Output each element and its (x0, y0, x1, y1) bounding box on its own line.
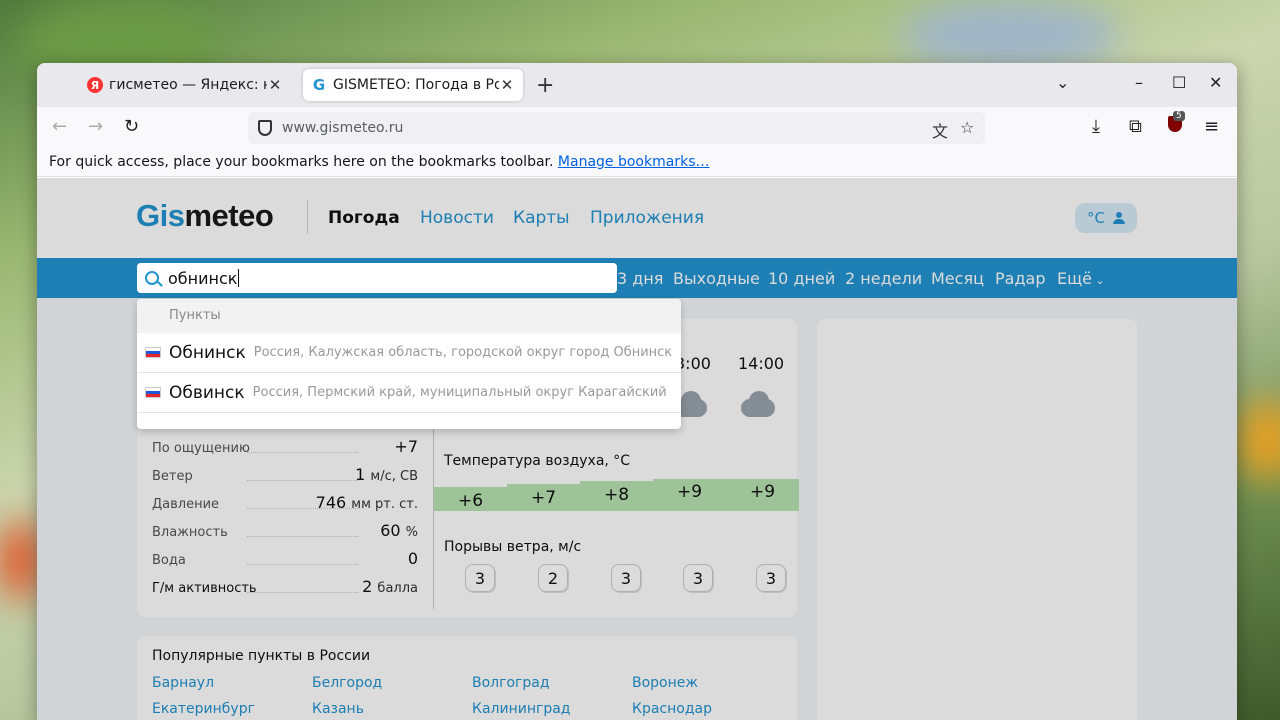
text-caret (238, 269, 240, 287)
period-2weeks[interactable]: 2 недели (845, 269, 922, 288)
period-more[interactable]: Ещё ⌄ (1057, 269, 1105, 288)
page-content: Gismeteo Погода Новости Карты Приложения… (37, 178, 1237, 720)
suggestion-name: Обнинск (169, 342, 246, 363)
russia-flag-icon (145, 347, 161, 358)
param-row: Г/м активность 2 балла (152, 577, 418, 596)
gust-value: 2 (538, 564, 568, 592)
wallpaper-blob (900, 0, 1120, 70)
bookmarks-hint: For quick access, place your bookmarks h… (49, 154, 554, 170)
city-link[interactable]: Волгоград (472, 675, 550, 691)
gismeteo-logo[interactable]: Gismeteo (136, 198, 274, 234)
tab-gismeteo[interactable]: G GISMETEO: Погода в Рос ✕ (303, 69, 523, 101)
reload-icon[interactable]: ↻ (124, 116, 139, 137)
bookmarks-bar: For quick access, place your bookmarks h… (37, 149, 1237, 177)
temp-value: +7 (530, 488, 557, 508)
tab-title: гисметео — Яндекс: на (109, 77, 267, 93)
period-3days[interactable]: 3 дня (617, 269, 663, 288)
period-radar[interactable]: Радар (995, 269, 1045, 288)
translate-icon[interactable]: 文 (932, 118, 948, 142)
minimize-icon[interactable]: – (1135, 73, 1143, 92)
wallpaper-blob (1238, 400, 1280, 480)
suggestions-header: Пункты (137, 299, 681, 333)
close-icon[interactable]: ✕ (499, 76, 515, 94)
site-header: Gismeteo Погода Новости Карты Приложения… (37, 178, 1237, 258)
temp-value: +9 (676, 482, 703, 502)
temp-section-label: Температура воздуха, °C (444, 453, 631, 469)
star-icon[interactable]: ☆ (960, 118, 974, 137)
temp-value: +9 (749, 482, 776, 502)
maximize-icon[interactable]: ☐ (1172, 73, 1186, 92)
new-tab-icon[interactable]: + (536, 73, 554, 98)
suggestion-item[interactable]: Обвинск Россия, Пермский край, муниципал… (137, 373, 681, 413)
close-icon[interactable]: ✕ (267, 76, 283, 94)
gust-value: 3 (465, 564, 495, 592)
period-weekend[interactable]: Выходные (673, 269, 760, 288)
search-input-active[interactable]: обнинск (137, 263, 617, 293)
forward-icon[interactable]: → (88, 116, 103, 137)
nav-maps[interactable]: Карты (513, 208, 570, 228)
back-icon[interactable]: ← (52, 116, 67, 137)
city-link[interactable]: Калининград (472, 701, 570, 717)
search-value: обнинск (168, 268, 238, 288)
gust-value: 3 (683, 564, 713, 592)
russia-flag-icon (145, 387, 161, 398)
nav-bar: ← → ↻ www.gismeteo.ru 文 ☆ ⤓ ⧉ 5 ≡ (37, 107, 1237, 149)
time-label: 14:00 (738, 354, 785, 373)
nav-weather[interactable]: Погода (328, 208, 400, 228)
url-text: www.gismeteo.ru (282, 120, 404, 136)
unit-label: °C (1087, 209, 1105, 227)
temp-band: +6 +7 +8 +9 +9 (434, 479, 799, 511)
menu-icon[interactable]: ≡ (1204, 116, 1219, 137)
nav-news[interactable]: Новости (420, 208, 494, 228)
browser-window: Я гисметео — Яндекс: на ✕ G GISMETEO: По… (37, 63, 1237, 720)
city-link[interactable]: Белгород (312, 675, 382, 691)
param-row: Давление 746 мм рт. ст. (152, 493, 418, 512)
popular-cities-card: Популярные пункты в России Барнаул Белго… (137, 636, 797, 720)
unit-user-button[interactable]: °C (1075, 203, 1137, 233)
search-icon (145, 271, 159, 285)
download-icon[interactable]: ⤓ (1092, 116, 1100, 137)
city-link[interactable]: Краснодар (632, 701, 712, 717)
url-bar[interactable]: www.gismeteo.ru 文 ☆ (248, 112, 985, 144)
city-link[interactable]: Казань (312, 701, 364, 717)
tab-yandex[interactable]: Я гисметео — Яндекс: на ✕ (79, 69, 291, 101)
tab-bar: Я гисметео — Яндекс: на ✕ G GISMETEO: По… (37, 63, 1237, 107)
suggestion-name: Обвинск (169, 382, 245, 403)
period-10days[interactable]: 10 дней (768, 269, 835, 288)
cloud-icon (737, 391, 779, 417)
nav-apps[interactable]: Приложения (590, 208, 704, 228)
shield-icon (258, 120, 272, 136)
manage-bookmarks-link[interactable]: Manage bookmarks… (558, 154, 710, 170)
city-link[interactable]: Екатеринбург (152, 701, 255, 717)
ad-placeholder (817, 319, 1137, 720)
suggestion-desc: Россия, Калужская область, городской окр… (253, 345, 673, 360)
gust-section-label: Порывы ветра, м/с (444, 539, 582, 555)
period-month[interactable]: Месяц (931, 269, 984, 288)
temp-value: +8 (603, 485, 630, 505)
wallpaper-blob (0, 520, 40, 600)
city-link[interactable]: Барнаул (152, 675, 214, 691)
search-suggestions: Пункты Обнинск Россия, Калужская область… (137, 299, 681, 429)
suggestion-desc: Россия, Пермский край, муниципальный окр… (252, 385, 667, 400)
tab-list-chevron-icon[interactable]: ⌄ (1056, 73, 1069, 92)
user-icon (1112, 212, 1125, 224)
temp-value: +6 (457, 491, 484, 511)
popular-title: Популярные пункты в России (152, 648, 371, 664)
city-link[interactable]: Воронеж (632, 675, 698, 691)
yandex-icon: Я (87, 77, 103, 93)
tab-title: GISMETEO: Погода в Рос (333, 77, 499, 93)
suggestion-item[interactable]: Обнинск Россия, Калужская область, город… (137, 333, 681, 373)
gust-value: 3 (756, 564, 786, 592)
gust-value: 3 (611, 564, 641, 592)
extension-badge: 5 (1173, 111, 1185, 121)
param-row: По ощущению +7 (152, 437, 418, 456)
header-divider (307, 200, 308, 234)
gismeteo-icon: G (312, 76, 326, 94)
param-row: Влажность 60 % (152, 521, 418, 540)
param-row: Вода 0 (152, 549, 418, 568)
extensions-icon[interactable]: ⧉ (1129, 116, 1142, 137)
param-row: Ветер 1 м/с, СВ (152, 465, 418, 484)
window-close-icon[interactable]: ✕ (1209, 73, 1222, 92)
